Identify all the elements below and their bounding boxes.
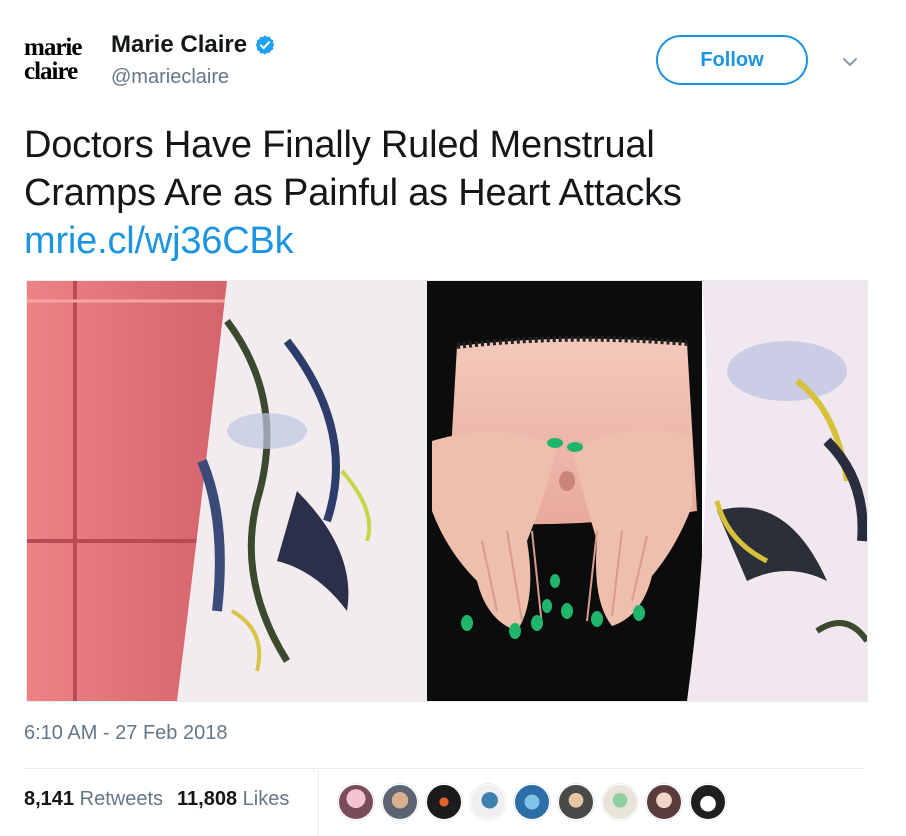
tweet-timestamp[interactable]: 6:10 AM - 27 Feb 2018 (24, 722, 227, 745)
liker-avatars (338, 784, 734, 820)
likes-count: 11,808 (177, 788, 238, 810)
retweets-stat[interactable]: 8,141 Retweets (24, 788, 163, 811)
avatar[interactable] (690, 784, 726, 820)
avatar[interactable] (558, 784, 594, 820)
photo-illustration (27, 281, 867, 701)
tweet-text-line-1: Doctors Have Finally Ruled Menstrual (24, 124, 655, 166)
logo-line-1: marie (24, 34, 82, 61)
avatar[interactable] (426, 784, 462, 820)
follow-button[interactable]: Follow (656, 35, 808, 85)
stats-divider (24, 768, 864, 769)
avatar[interactable] (470, 784, 506, 820)
likes-label: Likes (242, 788, 290, 810)
tweet-photo[interactable] (26, 280, 868, 702)
likes-stat[interactable]: 11,808 Likes (177, 788, 289, 811)
tweet-text-line-2: Cramps Are as Painful as Heart Attacks (24, 172, 682, 214)
retweets-label: Retweets (79, 788, 163, 810)
avatar[interactable] (646, 784, 682, 820)
avatar[interactable] (602, 784, 638, 820)
retweets-count: 8,141 (24, 788, 75, 810)
tweet-link[interactable]: mrie.cl/wj36CBk (24, 217, 844, 265)
avatar[interactable] (338, 784, 374, 820)
tweet-text: Doctors Have Finally Ruled Menstrual Cra… (24, 121, 844, 265)
display-name[interactable]: Marie Claire (111, 31, 247, 59)
logo-line-2: claire (24, 58, 78, 85)
chevron-down-icon[interactable] (838, 50, 862, 74)
tweet-stats: 8,141 Retweets 11,808 Likes (24, 788, 289, 811)
marie-claire-logo[interactable]: marie claire (24, 34, 98, 88)
account-handle[interactable]: @marieclaire (111, 66, 229, 89)
verified-badge-icon (255, 35, 275, 55)
account-name-row[interactable]: Marie Claire (111, 30, 276, 60)
stats-vertical-divider (318, 770, 319, 836)
avatar[interactable] (514, 784, 550, 820)
avatar[interactable] (382, 784, 418, 820)
